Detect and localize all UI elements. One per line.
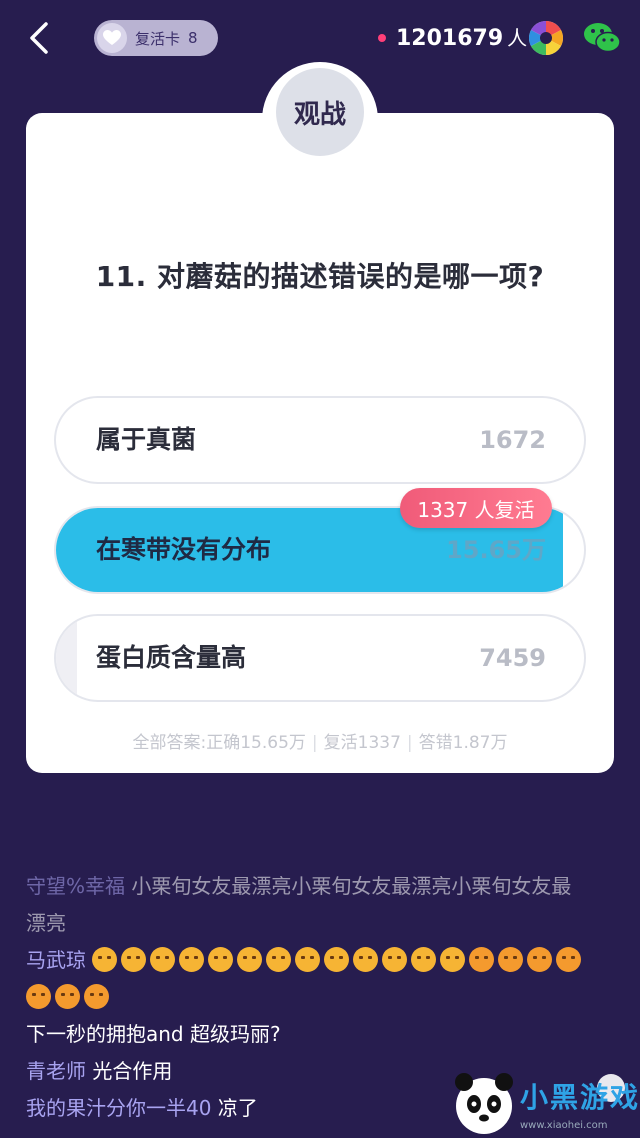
frown-emoji-icon [179,947,205,972]
question-text: 11. 对蘑菇的描述错误的是哪一项? [95,260,545,293]
wechat-share-icon[interactable] [582,18,622,58]
comment-item: 守望%幸福 小栗旬女友最漂亮小栗旬女友最漂亮小栗旬女友最漂亮 [26,868,586,942]
comment-text: 凉了 [217,1096,258,1120]
watermark-url: www.xiaohei.com [520,1120,608,1131]
frown-emoji-icon [295,947,321,972]
revive-card-count: 8 [188,29,198,47]
comment-user: 青老师 [26,1059,86,1083]
frown-emoji-icon [440,947,466,972]
frown-emoji-icon [353,947,379,972]
comment-item: 下一秒的拥抱and 超级玛丽? [26,1016,586,1053]
spectate-badge: 观战 [276,68,364,156]
revive-card-label: 复活卡 [135,29,181,48]
watermark-text: 小黑游戏 [520,1081,640,1114]
comment-item: 马武琼 [26,942,586,1016]
frown-emoji-icon [324,947,350,972]
live-dot-icon [378,34,386,42]
comment-user: 我的果汁分你一半40 [26,1096,212,1120]
angry-emoji-icon [527,947,553,972]
comment-text: 光合作用 [92,1059,173,1083]
answer-option-1: 属于真菌 1672 [54,396,586,484]
comment-user: 马武琼 [26,948,86,972]
aperture-share-icon[interactable] [528,20,564,56]
frown-emoji-icon [92,947,118,972]
frown-emoji-icon [121,947,147,972]
option-1-count: 1672 [479,426,546,454]
angry-emoji-icon [556,947,582,972]
comment-text: 下一秒的拥抱and 超级玛丽? [26,1022,281,1046]
viewer-count: 1201679 人 [396,26,528,51]
angry-emoji-icon [84,984,109,1009]
emoji-row [26,947,585,1009]
angry-emoji-icon [26,984,51,1009]
option-3-fill [56,616,78,700]
frown-emoji-icon [150,947,176,972]
comment-user: 守望%幸福 [26,874,126,898]
revive-card-badge[interactable]: 复活卡 8 [94,20,218,56]
back-arrow-icon[interactable] [24,20,56,56]
option-3-count: 7459 [479,644,546,672]
frown-emoji-icon [266,947,292,972]
option-2-label: 在寒带没有分布 [96,535,272,564]
answer-summary: 全部答案:正确15.65万 | 复活1337 | 答错1.87万 [132,733,508,753]
frown-emoji-icon [382,947,408,972]
frown-emoji-icon [237,947,263,972]
answer-option-3: 蛋白质含量高 7459 [54,614,586,702]
revived-count-badge: 1337 人复活 [400,488,552,528]
frown-emoji-icon [411,947,437,972]
angry-emoji-icon [55,984,80,1009]
angry-emoji-icon [469,947,495,972]
option-3-label: 蛋白质含量高 [96,643,247,672]
angry-emoji-icon [498,947,524,972]
option-1-label: 属于真菌 [96,425,197,454]
frown-emoji-icon [208,947,234,972]
heart-icon [97,23,127,53]
